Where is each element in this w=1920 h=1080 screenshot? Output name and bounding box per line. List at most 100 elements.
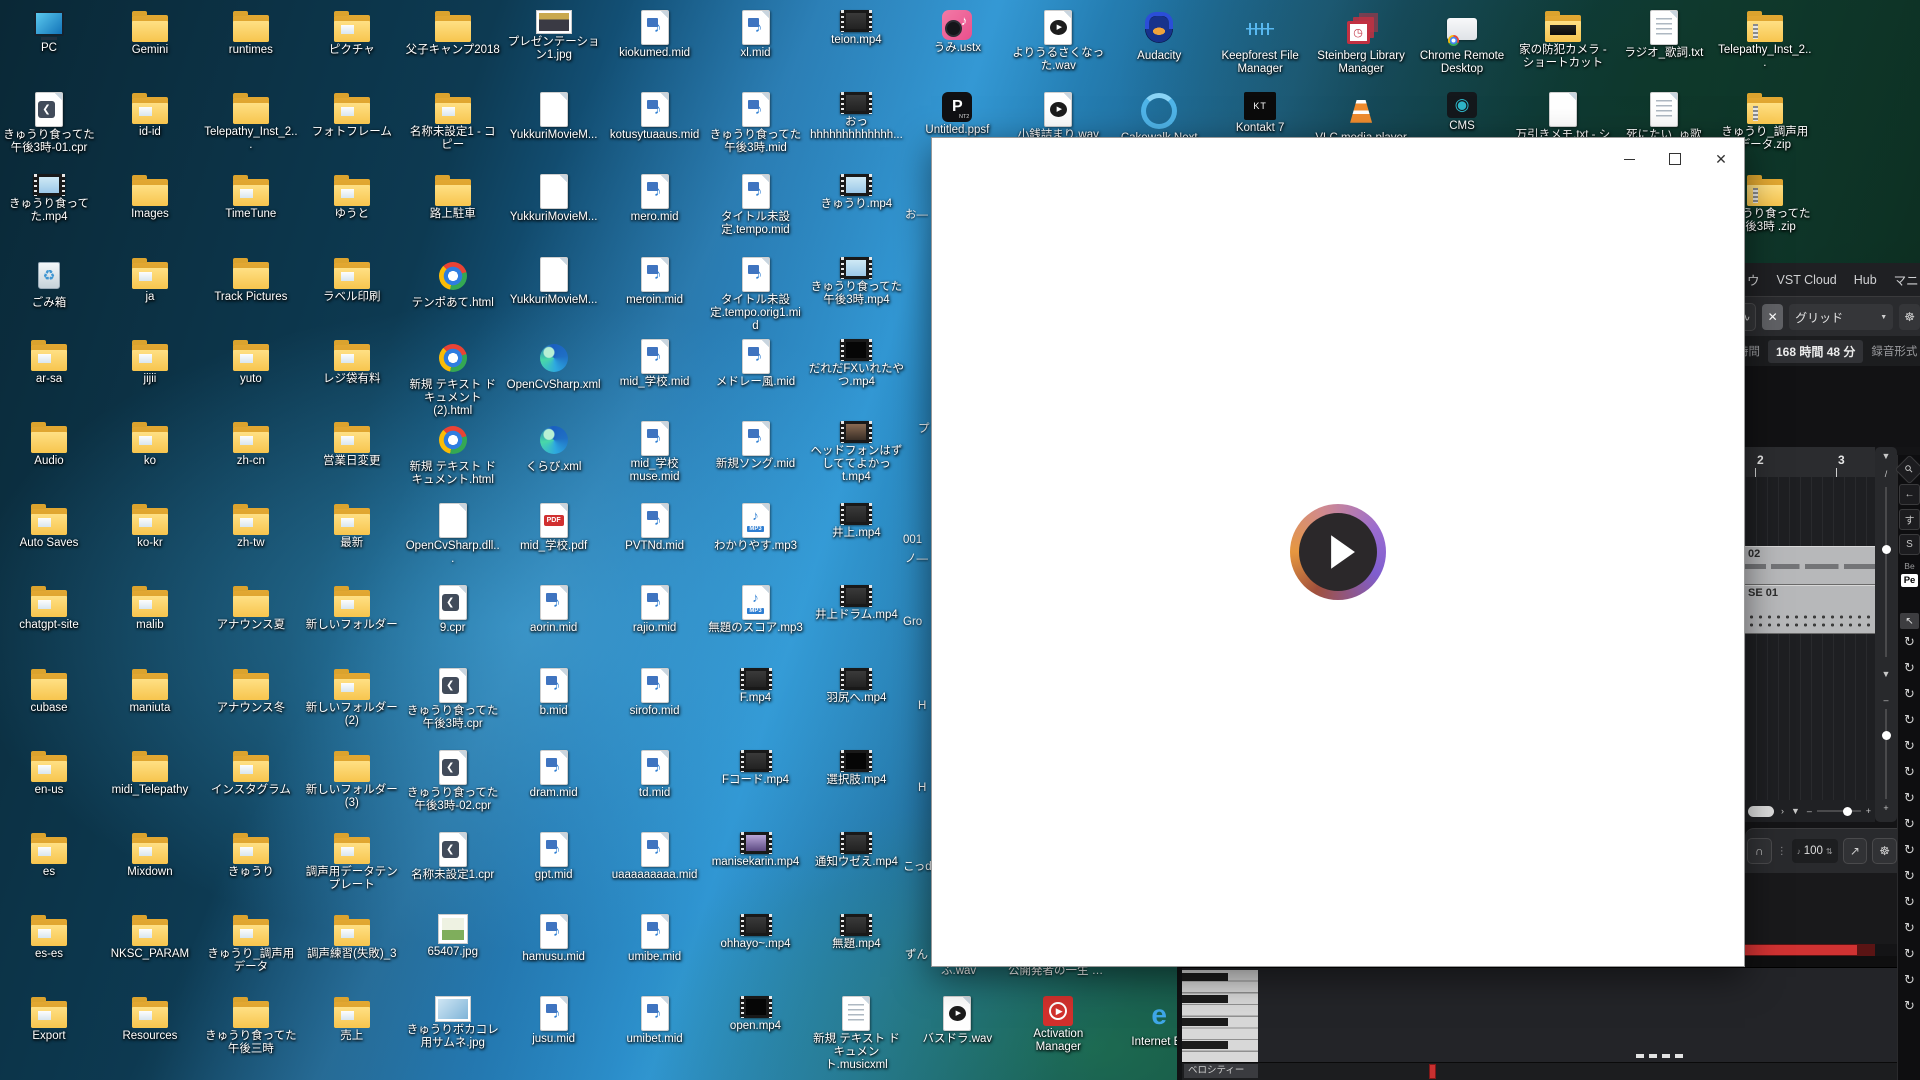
desktop-icon[interactable]: アナウンス夏 [203, 585, 299, 632]
desktop-icon[interactable]: Fコード.mp4 [708, 750, 804, 787]
hzoom-track[interactable] [1817, 810, 1861, 812]
desktop-icon[interactable]: わかりやす.mp3 [708, 503, 804, 553]
velocity-lane-label[interactable]: ベロシティー [1184, 1064, 1258, 1078]
desktop-icon[interactable]: NKSC_PARAM [102, 914, 198, 961]
desktop-icon[interactable]: Mixdown [102, 832, 198, 879]
desktop-icon[interactable]: テンポあて.html [405, 257, 501, 310]
desktop-icon[interactable]: 無題のスコア.mp3 [708, 585, 804, 635]
desktop-icon[interactable]: ゆうと [304, 174, 400, 221]
desktop-icon[interactable]: 新規 テキスト ドキュメント (2).html [405, 339, 501, 418]
desktop-icon[interactable]: うみ.ustx [909, 10, 1005, 55]
desktop-icon[interactable]: 選択肢.mp4 [808, 750, 904, 787]
desktop-icon[interactable]: タイトル未設定.tempo.mid [708, 174, 804, 237]
desktop-icon[interactable]: YukkuriMovieM... [506, 92, 602, 142]
desktop-icon[interactable]: 小銭詰まり.wav [1010, 92, 1106, 142]
vscroll-thumb[interactable] [1882, 545, 1891, 554]
desktop-icon[interactable]: ohhayo~.mp4 [708, 914, 804, 951]
loop-icon[interactable]: ↻ [1904, 733, 1915, 759]
desktop-icon[interactable]: teion.mp4 [808, 10, 904, 47]
desktop-icon[interactable]: きゅうり_調声用データ [203, 914, 299, 974]
desktop-icon[interactable]: きゅうり食ってた午後三時 [203, 996, 299, 1056]
desktop-icon[interactable]: OpenCvSharp.xml [506, 339, 602, 392]
desktop-icon[interactable]: Keepforest File Manager [1212, 10, 1308, 76]
desktop-icon[interactable]: umibet.mid [607, 996, 703, 1046]
loop-icon[interactable]: ↻ [1904, 915, 1915, 941]
desktop-icon[interactable]: YukkuriMovieM... [506, 257, 602, 307]
desktop-icon[interactable]: Auto Saves [1, 503, 97, 550]
desktop-icon[interactable]: id-id [102, 92, 198, 139]
desktop-icon[interactable]: くらび.xml [506, 421, 602, 474]
desktop-icon[interactable]: 新しいフォルダー [304, 585, 400, 632]
desktop-icon[interactable]: Steinberg Library Manager [1313, 10, 1409, 76]
desktop-icon[interactable]: mid_学校.mid [607, 339, 703, 389]
search-icon[interactable]: ⚲ [1895, 455, 1920, 485]
desktop-icon[interactable]: ごみ箱 [1, 257, 97, 310]
desktop-icon[interactable]: CMS [1414, 92, 1510, 133]
desktop-icon[interactable]: ar-sa [1, 339, 97, 386]
desktop-icon[interactable]: kotusytuaaus.mid [607, 92, 703, 142]
close-button[interactable]: ✕ [1698, 144, 1744, 174]
loop-icon[interactable]: ↻ [1904, 993, 1915, 1019]
desktop-icon[interactable]: 9.cpr [405, 585, 501, 635]
desktop-icon[interactable]: manisekarin.mp4 [708, 832, 804, 869]
desktop-icon[interactable]: 通知ウゼえ.mp4 [808, 832, 904, 869]
desktop-icon[interactable]: PC [1, 10, 97, 55]
desktop-icon[interactable]: きゅうり食ってた午後3時.mp4 [808, 257, 904, 307]
desktop-icon[interactable]: Telepathy_Inst_2... [1717, 10, 1813, 70]
desktop-icon[interactable]: xl.mid [708, 10, 804, 60]
daw-menu-vst-cloud[interactable]: VST Cloud [1777, 273, 1837, 287]
desktop-icon[interactable]: 65407.jpg [405, 914, 501, 959]
stepper-icon[interactable]: ⇅ [1826, 847, 1833, 856]
desktop-icon[interactable]: Activation Manager [1010, 996, 1106, 1054]
desktop-icon[interactable]: midi_Telepathy [102, 750, 198, 797]
loop-icon[interactable]: ↻ [1904, 759, 1915, 785]
rack-chip-pe[interactable]: Pe [1901, 574, 1919, 587]
velocity-value-field[interactable]: ♪ 100 ⇅ [1792, 839, 1838, 863]
desktop-icon[interactable]: PVTNd.mid [607, 503, 703, 553]
desktop-icon[interactable]: ラベル印刷 [304, 257, 400, 304]
desktop-icon[interactable]: バスドラ.wav [909, 996, 1005, 1046]
desktop-icon[interactable]: 営業日変更 [304, 421, 400, 468]
desktop-icon[interactable]: インスタグラム [203, 750, 299, 797]
desktop-icon[interactable]: 父子キャンプ2018 [405, 10, 501, 57]
horizontal-scrollbar[interactable]: › ▼ – + [1745, 800, 1875, 822]
desktop-icon[interactable]: TimeTune [203, 174, 299, 221]
desktop-icon[interactable]: Audacity [1111, 10, 1207, 63]
desktop-icon[interactable]: きゅうり.mp4 [808, 174, 904, 211]
loop-icon[interactable]: ↻ [1904, 941, 1915, 967]
desktop-icon[interactable]: 新規 テキスト ドキュメント.musicxml [808, 996, 904, 1072]
minimize-button[interactable] [1606, 144, 1652, 174]
desktop-icon[interactable]: 最新 [304, 503, 400, 550]
loop-icon[interactable]: ↻ [1904, 837, 1915, 863]
desktop-icon[interactable]: きゅうり [203, 832, 299, 879]
desktop-icon[interactable]: jijii [102, 339, 198, 386]
hzoom-thumb[interactable] [1843, 807, 1852, 816]
vzoom-thumb[interactable] [1882, 731, 1891, 740]
loop-icon[interactable]: ↻ [1904, 681, 1915, 707]
desktop-icon[interactable]: 名称未設定1 - コピー [405, 92, 501, 152]
grid-type-select[interactable]: グリッド ▼ [1789, 304, 1893, 330]
timeline-ruler[interactable]: 2 3 [1745, 447, 1875, 478]
desktop-icon[interactable]: OpenCvSharp.dll... [405, 503, 501, 566]
zoom-tool-button[interactable]: / [1875, 469, 1897, 479]
desktop-icon[interactable]: 売上 [304, 996, 400, 1043]
desktop-icon[interactable]: ko [102, 421, 198, 468]
loop-icon[interactable]: ↻ [1904, 889, 1915, 915]
vertical-scrollbar[interactable]: ▼ / ▼ – + [1875, 447, 1897, 822]
desktop-icon[interactable]: td.mid [607, 750, 703, 800]
desktop-icon[interactable]: yuto [203, 339, 299, 386]
desktop-icon[interactable]: maniuta [102, 668, 198, 715]
desktop-icon[interactable]: kiokumed.mid [607, 10, 703, 60]
desktop-icon[interactable]: YukkuriMovieM... [506, 174, 602, 224]
desktop-icon[interactable]: きゅうり食ってた.mp4 [1, 174, 97, 224]
desktop-icon[interactable]: おっhhhhhhhhhhhhh... [808, 92, 904, 142]
desktop-icon[interactable]: ja [102, 257, 198, 304]
desktop-icon[interactable]: mero.mid [607, 174, 703, 224]
desktop-icon[interactable]: runtimes [203, 10, 299, 57]
desktop-icon[interactable]: 無題.mp4 [808, 914, 904, 951]
desktop-icon[interactable]: 調声用データテンプレート [304, 832, 400, 892]
desktop-icon[interactable]: zh-tw [203, 503, 299, 550]
desktop-icon[interactable]: Resources [102, 996, 198, 1043]
rack-button-b[interactable]: S [1899, 534, 1920, 555]
desktop-icon[interactable]: 路上駐車 [405, 174, 501, 221]
